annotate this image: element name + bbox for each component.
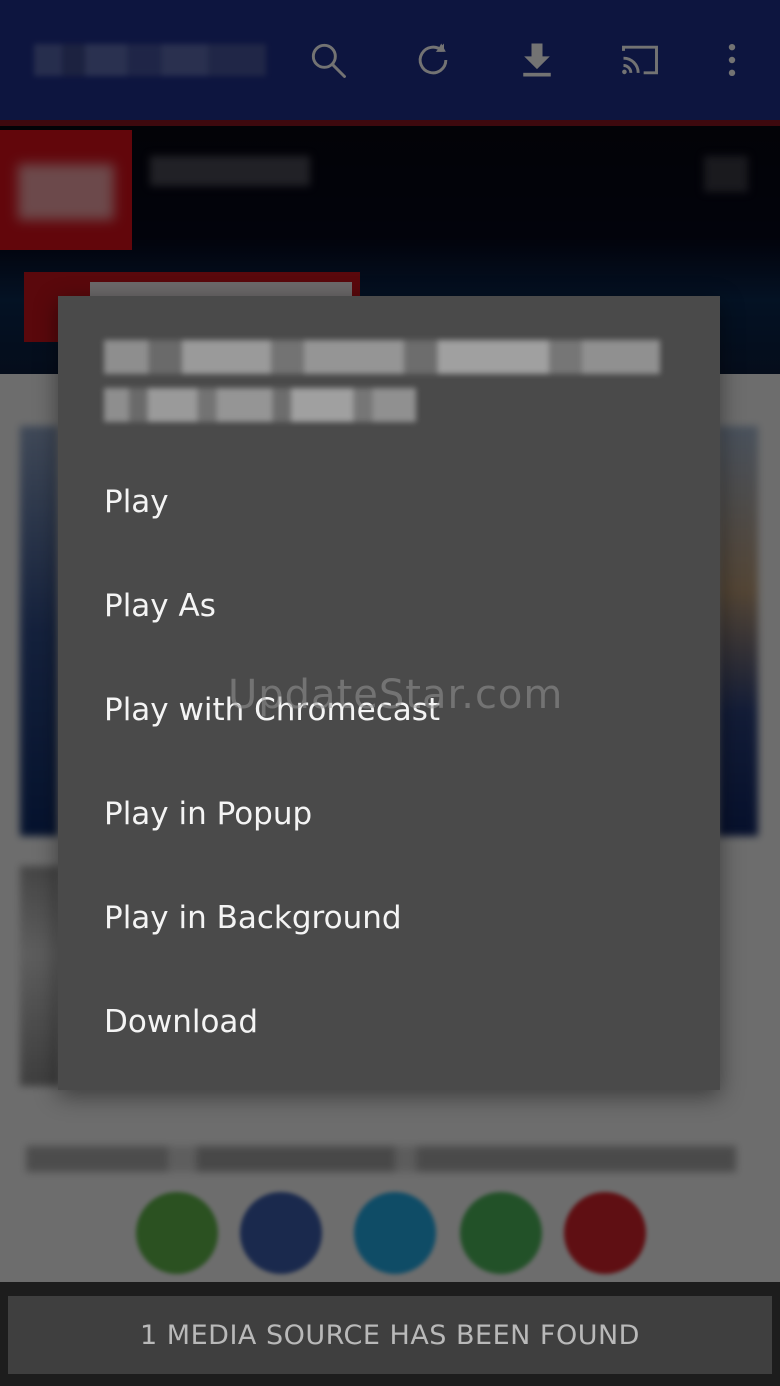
- dialog-title-blurred: [104, 340, 664, 430]
- menu-item-play-as[interactable]: Play As: [58, 554, 720, 658]
- menu-item-play-popup[interactable]: Play in Popup: [58, 762, 720, 866]
- menu-item-label: Play As: [104, 588, 216, 624]
- menu-item-label: Play: [104, 484, 169, 520]
- media-found-snackbar[interactable]: 1 MEDIA SOURCE HAS BEEN FOUND: [8, 1296, 772, 1374]
- watermark: UpdateStar.com: [228, 672, 564, 718]
- menu-item-label: Play in Popup: [104, 796, 313, 832]
- snackbar-message: 1 MEDIA SOURCE HAS BEEN FOUND: [140, 1319, 640, 1351]
- menu-item-label: Download: [104, 1004, 259, 1040]
- dialog-menu: Play Play As Play with Chromecast Play i…: [58, 450, 720, 1074]
- snackbar-area: 1 MEDIA SOURCE HAS BEEN FOUND: [0, 1282, 780, 1386]
- menu-item-label: Play in Background: [104, 900, 402, 936]
- menu-item-play-background[interactable]: Play in Background: [58, 866, 720, 970]
- menu-item-play[interactable]: Play: [58, 450, 720, 554]
- menu-item-download[interactable]: Download: [58, 970, 720, 1074]
